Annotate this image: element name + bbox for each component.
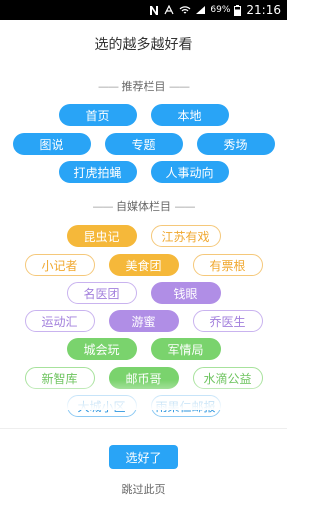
clock: 21:16 <box>246 3 281 17</box>
media-row-4: 运动汇 游蜜 乔医生 <box>0 310 287 332</box>
media-row-5: 城会玩 军情局 <box>0 338 287 360</box>
header-dash-left: —— <box>98 80 119 93</box>
section-title-recommended: 推荐栏目 <box>121 80 166 93</box>
channel-pill[interactable]: 小记者 <box>24 254 95 276</box>
page-title: 选的越多越好看 <box>94 37 193 53</box>
header-dash-right: —— <box>174 200 196 213</box>
channel-pill[interactable]: 美食团 <box>108 254 179 276</box>
channel-pill[interactable]: 人事动向 <box>150 161 229 183</box>
divider <box>0 428 287 429</box>
section-title-media: 自媒体栏目 <box>116 200 171 213</box>
channel-pill[interactable]: 有票根 <box>192 254 263 276</box>
channel-pill[interactable]: 名医团 <box>66 282 137 304</box>
recommended-row-1: 首页 本地 <box>0 104 287 126</box>
nfc-icon <box>163 5 175 15</box>
media-row-2: 小记者 美食团 有票根 <box>0 254 287 276</box>
channel-pill[interactable]: 乔医生 <box>192 310 263 332</box>
channel-pill[interactable]: 游蜜 <box>108 310 179 332</box>
skip-link[interactable]: 跳过此页 <box>0 481 287 497</box>
header-dash-left: —— <box>92 200 114 213</box>
recommended-row-3: 打虎拍蝇 人事动向 <box>0 161 287 183</box>
channel-pill[interactable]: 打虎拍蝇 <box>58 161 137 183</box>
channel-pill[interactable]: 昆虫记 <box>66 225 137 247</box>
recommended-row-2: 图说 专题 秀场 <box>0 133 287 155</box>
channel-pill[interactable]: 运动汇 <box>24 310 95 332</box>
channel-pill[interactable]: 首页 <box>58 104 137 126</box>
channel-pill[interactable]: 钱眼 <box>150 282 221 304</box>
confirm-button[interactable]: 选好了 <box>109 445 178 469</box>
channel-pill[interactable]: 本地 <box>150 104 229 126</box>
media-row-1: 昆虫记 江苏有戏 <box>0 225 287 247</box>
n-notification-icon <box>149 5 159 16</box>
channel-pill[interactable]: 城会玩 <box>66 338 137 360</box>
channel-pill[interactable]: 军情局 <box>150 338 221 360</box>
media-row-3: 名医团 钱眼 <box>0 282 287 304</box>
section-header-recommended: —— 推荐栏目 —— <box>0 78 287 94</box>
channel-pill[interactable]: 图说 <box>12 133 91 155</box>
channel-pill[interactable]: 秀场 <box>196 133 275 155</box>
signal-icon <box>195 5 206 15</box>
channel-pill[interactable]: 江苏有戏 <box>150 225 221 247</box>
battery-percent: 69% <box>210 5 231 15</box>
wifi-icon <box>179 5 191 15</box>
channel-pill[interactable]: 专题 <box>104 133 183 155</box>
section-header-media: —— 自媒体栏目 —— <box>0 198 287 214</box>
status-bar: 69% 21:16 <box>0 0 287 20</box>
scroll-fade <box>0 380 287 410</box>
header-dash-right: —— <box>169 80 190 93</box>
battery-icon <box>234 4 242 16</box>
